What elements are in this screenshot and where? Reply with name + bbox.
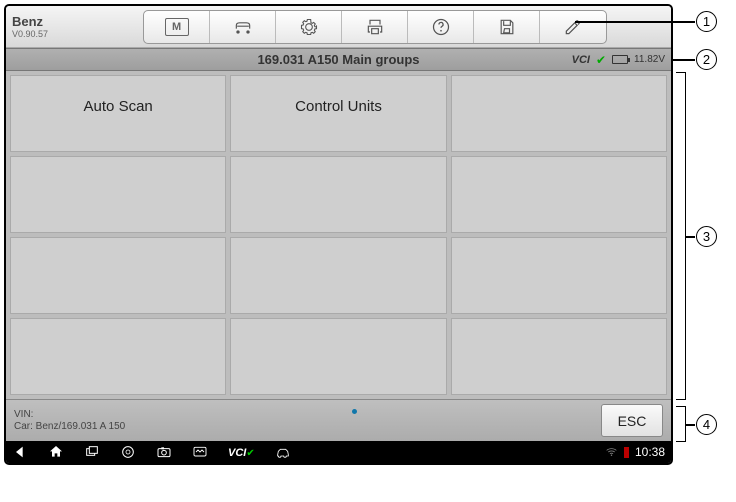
footer-info: VIN: Car: Benz/169.031 A 150	[14, 409, 125, 433]
vehicle-icon	[233, 17, 253, 37]
menu-item-label: Auto Scan	[84, 98, 153, 115]
car-icon[interactable]	[275, 444, 291, 460]
app-window: Benz V0.90.57 M 169.031 A150 Main groups…	[4, 4, 673, 465]
esc-button[interactable]: ESC	[601, 404, 663, 437]
status-bar: 169.031 A150 Main groups VCI ✔ 11.82V	[6, 48, 671, 71]
menu-item-empty[interactable]	[10, 156, 226, 233]
brand-version: V0.90.57	[12, 29, 48, 39]
pencil-icon	[563, 17, 583, 37]
menu-item-empty[interactable]	[451, 156, 667, 233]
settings-button[interactable]	[276, 11, 342, 43]
sysbar-vci[interactable]: VCI✔	[228, 443, 255, 461]
battery-icon	[612, 55, 628, 64]
sysbar-right: 10:38	[605, 444, 665, 460]
home-icon[interactable]	[48, 444, 64, 460]
diag-app-icon[interactable]	[192, 444, 208, 460]
brand-name: Benz	[12, 14, 48, 29]
menu-item-empty[interactable]	[451, 75, 667, 152]
menu-item-empty[interactable]	[230, 318, 446, 395]
menu-item-controlunits[interactable]: Control Units	[230, 75, 446, 152]
home-button[interactable]: M	[144, 11, 210, 43]
menu-item-empty[interactable]	[451, 237, 667, 314]
print-button[interactable]	[342, 11, 408, 43]
back-icon[interactable]	[12, 444, 28, 460]
status-title: 169.031 A150 Main groups	[257, 52, 419, 67]
esc-label: ESC	[618, 413, 647, 429]
menu-item-empty[interactable]	[10, 318, 226, 395]
brand-block: Benz V0.90.57	[6, 14, 48, 39]
car-label: Car: Benz/169.031 A 150	[14, 421, 125, 433]
vci-label: VCI	[572, 54, 590, 66]
menu-item-empty[interactable]	[10, 237, 226, 314]
menu-item-empty[interactable]	[451, 318, 667, 395]
edit-button[interactable]	[540, 11, 606, 43]
page-dot-icon	[352, 409, 357, 414]
menu-item-autoscan[interactable]: Auto Scan	[10, 75, 226, 152]
callout-2: 2	[696, 49, 717, 70]
save-button[interactable]	[474, 11, 540, 43]
browser-icon[interactable]	[120, 444, 136, 460]
recents-icon[interactable]	[84, 444, 100, 460]
printer-icon	[365, 17, 385, 37]
vin-label: VIN:	[14, 409, 125, 421]
callout-3: 3	[696, 226, 717, 247]
top-toolbar: Benz V0.90.57 M	[6, 6, 671, 48]
main-menu-grid: Auto Scan Control Units	[6, 71, 671, 399]
help-button[interactable]	[408, 11, 474, 43]
wifi-icon	[605, 444, 618, 460]
clock: 10:38	[635, 445, 665, 459]
system-nav-bar: VCI✔ 10:38	[6, 441, 671, 463]
help-icon	[431, 17, 451, 37]
status-right: VCI ✔ 11.82V	[572, 53, 665, 67]
toolbar: M	[143, 10, 607, 44]
gear-icon	[299, 17, 319, 37]
voltage-value: 11.82V	[634, 54, 665, 65]
save-icon	[497, 17, 517, 37]
menu-item-empty[interactable]	[230, 156, 446, 233]
vci-check-icon: ✔	[596, 53, 606, 67]
camera-icon[interactable]	[156, 444, 172, 460]
callout-1: 1	[696, 11, 717, 32]
battery-low-icon	[624, 447, 629, 458]
callout-4: 4	[696, 414, 717, 435]
vehicle-button[interactable]	[210, 11, 276, 43]
menu-item-label: Control Units	[295, 98, 382, 115]
footer-bar: VIN: Car: Benz/169.031 A 150 ESC	[6, 399, 671, 441]
menu-item-empty[interactable]	[230, 237, 446, 314]
